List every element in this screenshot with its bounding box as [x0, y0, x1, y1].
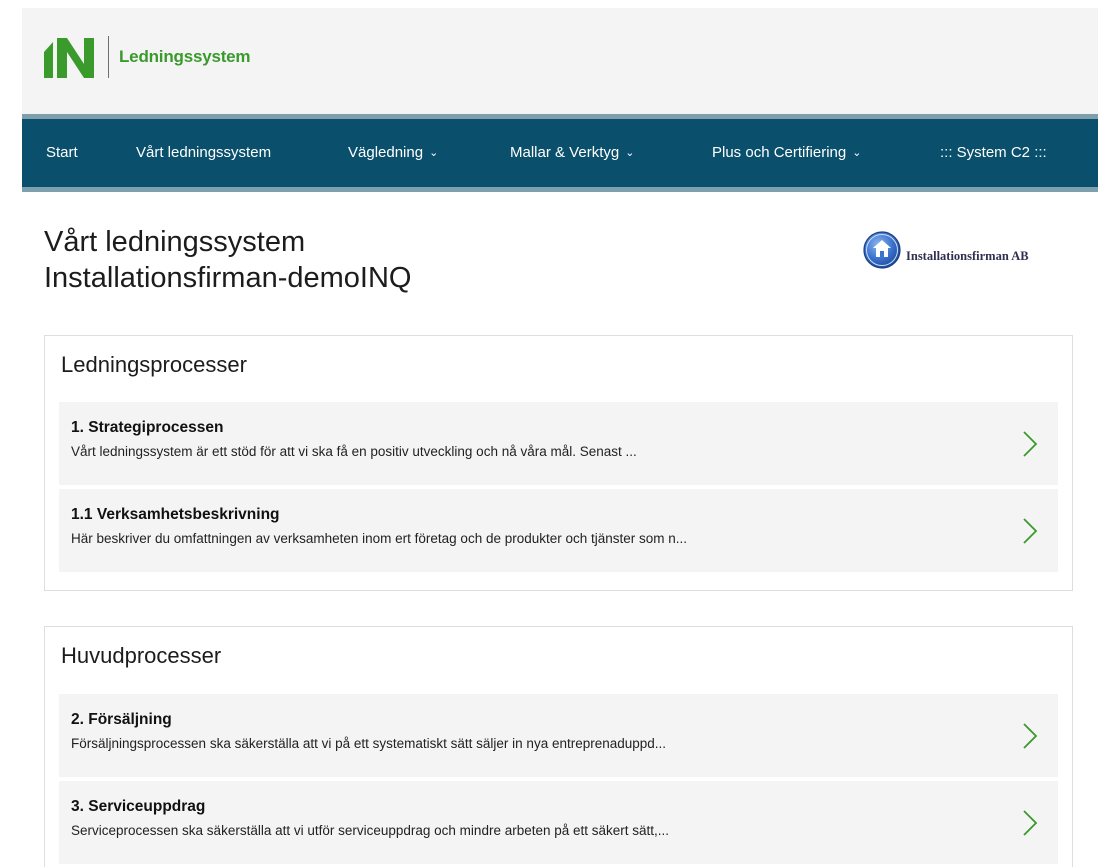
company-link[interactable]: Installationsfirman AB [862, 230, 1029, 270]
list-item-forsaljning[interactable]: 2. Försäljning Försäljningsprocessen ska… [59, 694, 1058, 777]
nav-item-label: Vägledning [348, 144, 424, 161]
section-title: Huvudprocesser [61, 643, 222, 668]
inq-logo-icon [44, 38, 94, 78]
item-description: Vårt ledningssystem är ett stöd för att … [71, 444, 637, 459]
chevron-right-icon [1023, 723, 1038, 749]
chevron-down-icon: ⌄ [429, 147, 439, 159]
home-icon [863, 231, 901, 269]
main-nav: Start Vårt ledningssystem Vägledning ⌄ Ma… [22, 114, 1098, 192]
section-title: Ledningsprocesser [61, 352, 247, 377]
item-description: Här beskriver du omfattningen av verksam… [71, 531, 688, 546]
logo-divider [108, 36, 109, 78]
item-title: 3. Serviceuppdrag [71, 798, 206, 815]
item-title: 2. Försäljning [71, 711, 172, 728]
nav-item-label: Start [46, 144, 78, 161]
chevron-down-icon: ⌄ [625, 147, 635, 159]
page-title: Vårt ledningssystem Installationsfirman-… [44, 224, 411, 296]
item-title: 1.1 Verksamhetsbeskrivning [71, 506, 280, 523]
section-huvudprocesser: Huvudprocesser 2. Försäljning Försäljnin… [44, 626, 1073, 867]
nav-item-vart-ledningssystem[interactable]: Vårt ledningssystem [136, 119, 271, 187]
brand-name: Ledningssystem [119, 47, 251, 66]
nav-item-plus-certifiering[interactable]: Plus och Certifiering ⌄ [712, 119, 861, 187]
section-ledningsprocesser: Ledningsprocesser 1. Strategiprocessen V… [44, 335, 1073, 591]
item-description: Försäljningsprocessen ska säkerställa at… [71, 736, 667, 751]
chevron-right-icon [1023, 518, 1038, 544]
nav-item-vagledning[interactable]: Vägledning ⌄ [348, 119, 438, 187]
nav-item-label: Plus och Certifiering [712, 144, 847, 161]
list-item-verksamhetsbeskrivning[interactable]: 1.1 Verksamhetsbeskrivning Här beskriver… [59, 489, 1058, 572]
logo[interactable]: Ledningssystem [42, 34, 251, 80]
nav-item-label: ::: System C2 ::: [940, 144, 1047, 161]
chevron-right-icon [1023, 431, 1038, 457]
page-title-line-2: Installationsfirman-demoINQ [44, 262, 412, 294]
nav-item-mallar-verktyg[interactable]: Mallar & Verktyg ⌄ [510, 119, 634, 187]
site-header: Ledningssystem [22, 8, 1098, 114]
nav-item-label: Vårt ledningssystem [136, 144, 272, 161]
list-item-strategiprocessen[interactable]: 1. Strategiprocessen Vårt ledningssystem… [59, 402, 1058, 485]
list-item-serviceuppdrag[interactable]: 3. Serviceuppdrag Serviceprocessen ska s… [59, 781, 1058, 864]
chevron-down-icon: ⌄ [852, 147, 862, 159]
nav-item-label: Mallar & Verktyg [510, 144, 620, 161]
item-description: Serviceprocessen ska säkerställa att vi … [71, 823, 670, 838]
nav-item-start[interactable]: Start [46, 119, 78, 187]
item-title: 1. Strategiprocessen [71, 419, 224, 436]
page-title-line-1: Vårt ledningssystem [44, 226, 306, 258]
nav-item-system-c2[interactable]: ::: System C2 ::: [940, 119, 1047, 187]
chevron-right-icon [1023, 810, 1038, 836]
company-name: Installationsfirman AB [906, 248, 1029, 263]
